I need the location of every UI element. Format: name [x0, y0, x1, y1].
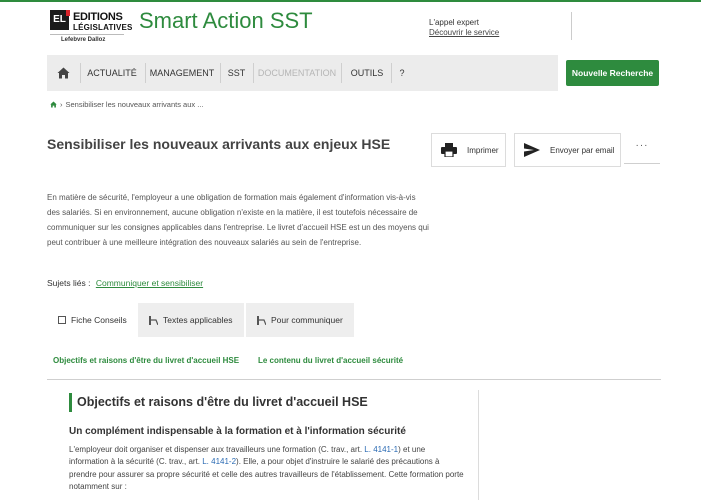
nav-divider [220, 63, 221, 83]
law-reference-link[interactable]: L. 4141-2 [202, 457, 236, 466]
logo-red-accent [66, 10, 70, 16]
document-icon [58, 316, 66, 324]
logo-divider [50, 34, 124, 35]
subsection-heading: Un complément indispensable à la formati… [69, 426, 406, 437]
law-reference-link[interactable]: L. 4141-1 [364, 445, 398, 454]
breadcrumb-current: Sensibiliser les nouveaux arrivants aux … [65, 100, 204, 109]
print-button[interactable]: Imprimer [431, 133, 506, 167]
tab-fiche-conseils[interactable]: Fiche Conseils [47, 303, 137, 337]
new-search-button[interactable]: Nouvelle Recherche [566, 60, 659, 86]
section-link-objectifs[interactable]: Objectifs et raisons d'être du livret d'… [53, 356, 239, 365]
tab-label: Textes applicables [163, 315, 233, 325]
megaphone-icon [257, 315, 266, 325]
print-label: Imprimer [467, 145, 499, 155]
intro-line: peut contribuer à une meilleure intégrat… [47, 238, 362, 247]
more-options-button[interactable]: ··· [624, 140, 660, 151]
publisher-logo[interactable]: EL EDITIONS LÉGISLATIVES Lefebvre Dalloz [47, 9, 132, 49]
home-icon [57, 67, 70, 79]
section-divider [47, 379, 661, 380]
intro-line: des salariés. Si en environnement, aucun… [47, 208, 418, 217]
printer-icon [441, 143, 457, 157]
home-icon[interactable] [50, 101, 57, 108]
nav-item-actualite[interactable]: ACTUALITÉ [83, 55, 141, 91]
intro-line: communiquer sur les consignes applicable… [47, 223, 429, 232]
tab-label: Fiche Conseils [71, 315, 127, 325]
related-label: Sujets liés : [47, 278, 91, 288]
expert-discover-link[interactable]: Découvrir le service [429, 28, 499, 38]
intro-line: En matière de sécurité, l'employeur a un… [47, 193, 416, 202]
more-underline [624, 163, 660, 164]
nav-item-sst[interactable]: SST [223, 55, 250, 91]
header-divider [571, 12, 572, 40]
nav-item-outils[interactable]: OUTILS [345, 55, 389, 91]
expert-label: L'appel expert [429, 18, 480, 27]
related-topics: Sujets liés : Communiquer et sensibilise… [47, 278, 203, 288]
expert-call-box: L'appel expert Découvrir le service [429, 18, 499, 38]
logo-line1: EDITIONS [73, 11, 123, 23]
page-title: Sensibiliser les nouveaux arrivants aux … [47, 136, 391, 152]
email-label: Envoyer par email [550, 145, 615, 155]
tab-pour-communiquer[interactable]: Pour communiquer [246, 303, 354, 337]
nav-divider [80, 63, 81, 83]
nav-item-documentation[interactable]: DOCUMENTATION [257, 55, 337, 91]
app-title[interactable]: Smart Action SST [139, 8, 313, 34]
send-icon [524, 143, 540, 157]
logo-line2: LÉGISLATIVES [73, 23, 133, 32]
content-column-divider [478, 390, 479, 500]
section-link-contenu[interactable]: Le contenu du livret d'accueil sécurité [258, 356, 403, 365]
nav-divider [253, 63, 254, 83]
tab-textes-applicables[interactable]: Textes applicables [138, 303, 244, 337]
logo-line3: Lefebvre Dalloz [61, 37, 106, 43]
breadcrumb-separator: › [60, 100, 63, 109]
nav-divider [391, 63, 392, 83]
nav-home-button[interactable] [47, 55, 80, 91]
email-button[interactable]: Envoyer par email [514, 133, 621, 167]
breadcrumb: › Sensibiliser les nouveaux arrivants au… [50, 100, 204, 109]
body-text: L'employeur doit organiser et dispenser … [69, 445, 365, 454]
gavel-icon [149, 315, 158, 325]
related-topic-link[interactable]: Communiquer et sensibiliser [96, 278, 203, 288]
body-paragraph: L'employeur doit organiser et dispenser … [69, 444, 464, 494]
section-heading: Objectifs et raisons d'être du livret d'… [69, 393, 368, 412]
nav-divider [341, 63, 342, 83]
nav-item-management[interactable]: MANAGEMENT [148, 55, 216, 91]
nav-item-help[interactable]: ? [394, 55, 410, 91]
intro-paragraph: En matière de sécurité, l'employeur a un… [47, 190, 437, 250]
tab-label: Pour communiquer [271, 315, 343, 325]
top-accent-line [0, 0, 701, 2]
main-nav: ACTUALITÉ MANAGEMENT SST DOCUMENTATION O… [47, 55, 558, 91]
nav-divider [145, 63, 146, 83]
